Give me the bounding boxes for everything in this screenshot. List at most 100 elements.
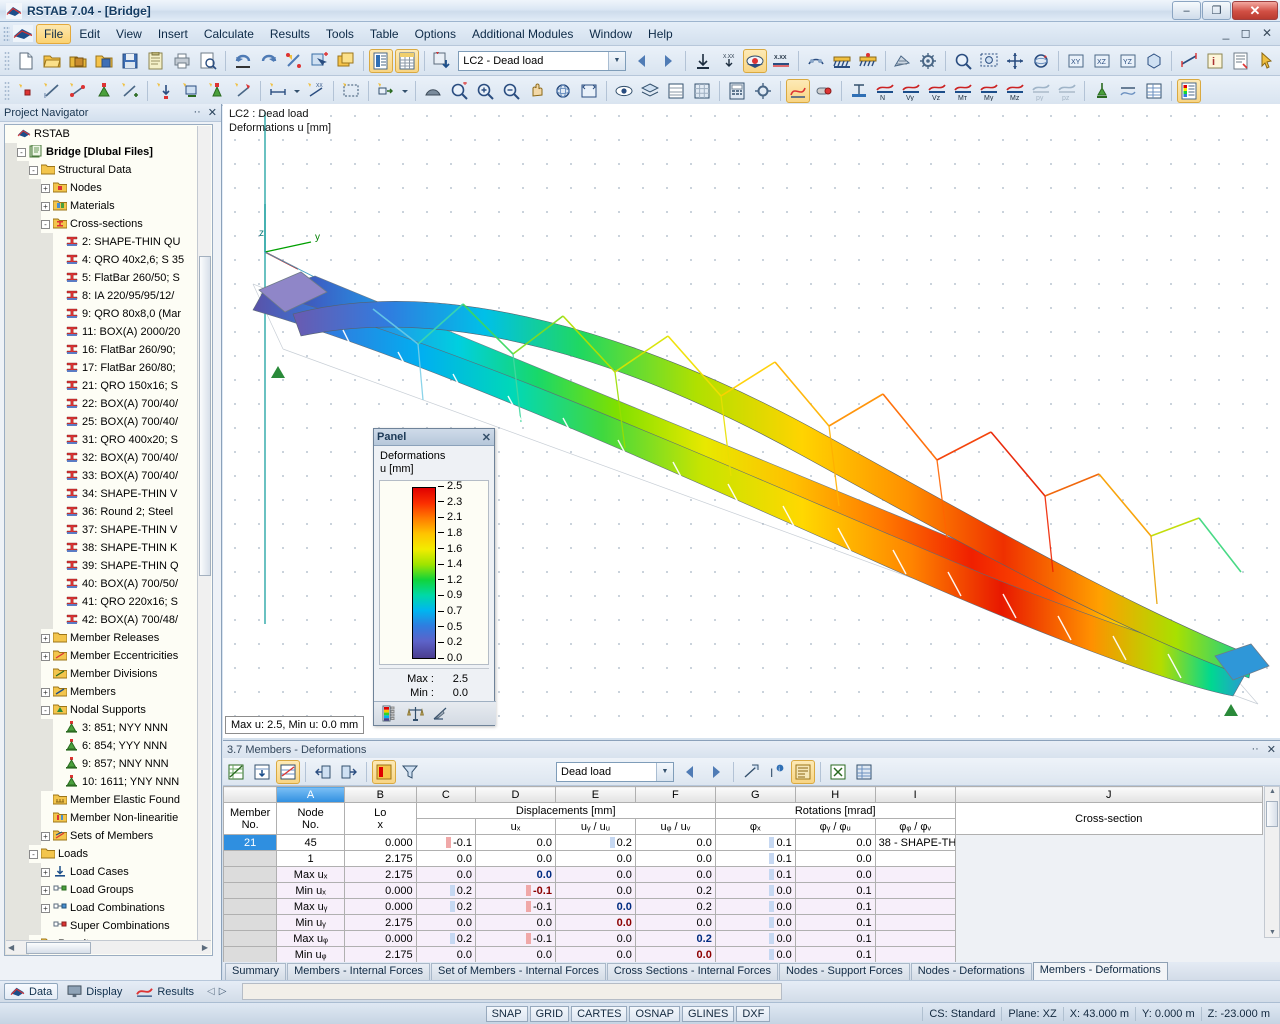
- tree-item[interactable]: + Sets of Members: [5, 827, 197, 845]
- new-file-button[interactable]: [14, 49, 38, 73]
- col-letter-D[interactable]: D: [475, 786, 556, 803]
- tree-item[interactable]: 3: 851; NYY NNN: [5, 719, 197, 737]
- table-cell-cross-section[interactable]: [874, 914, 956, 931]
- table-cell-py[interactable]: 0.1: [714, 834, 796, 851]
- table-cell-cross-section[interactable]: [874, 882, 956, 899]
- dimension-dropdown-icon[interactable]: [292, 79, 302, 103]
- redo-button[interactable]: [257, 49, 281, 73]
- table-cell-py[interactable]: 0.0: [714, 882, 796, 899]
- col-letter-J[interactable]: J: [954, 786, 1264, 803]
- grid-toggle-button[interactable]: [690, 79, 714, 103]
- toolbar-grip-2[interactable]: [4, 80, 10, 101]
- table-cell-ux[interactable]: 0.2: [415, 898, 477, 915]
- status-toggle-snap[interactable]: SNAP: [485, 1005, 528, 1022]
- annotation-button[interactable]: XX: [304, 79, 328, 103]
- zoom-all-button[interactable]: [977, 49, 1001, 73]
- zoom-region-button[interactable]: [447, 79, 471, 103]
- print-button[interactable]: [170, 49, 194, 73]
- table-cell-node[interactable]: 45: [276, 834, 345, 851]
- toolbar-grip-1[interactable]: [4, 50, 10, 71]
- tree-expander-icon[interactable]: -: [41, 219, 50, 229]
- table-row[interactable]: Max uᵧ 0.000 0.2 -0.1 0.0 0.2 0.0 0.1: [222, 898, 1263, 915]
- result-table-button[interactable]: [1142, 79, 1166, 103]
- close-icon[interactable]: ✕: [208, 106, 217, 119]
- select-region-button[interactable]: [339, 79, 363, 103]
- table-cell-node[interactable]: Max uₓ: [276, 866, 345, 883]
- tree-item[interactable]: 17: FlatBar 260/80;: [5, 359, 197, 377]
- color-scale-icon[interactable]: [382, 705, 399, 722]
- menu-item-options[interactable]: Options: [407, 24, 464, 44]
- table-cell-ux[interactable]: -0.1: [415, 834, 477, 851]
- tree-item[interactable]: 34: SHAPE-THIN V: [5, 485, 197, 503]
- menu-item-insert[interactable]: Insert: [150, 24, 196, 44]
- scroll-up-arrow-icon[interactable]: ▲: [1269, 788, 1276, 795]
- table-cell-member[interactable]: [222, 930, 278, 947]
- table-cell-uy[interactable]: 0.0: [475, 946, 556, 963]
- deformation-display-button[interactable]: [786, 78, 810, 103]
- tree-expander-icon[interactable]: -: [29, 165, 38, 175]
- table-tab-nodes-support-forces[interactable]: Nodes - Support Forces: [778, 963, 910, 980]
- tree-item[interactable]: + Load Cases: [5, 863, 197, 881]
- table-cell-uy[interactable]: 0.0: [475, 834, 556, 851]
- table-cell-py[interactable]: 0.0: [714, 898, 796, 915]
- tree-item[interactable]: 5: FlatBar 260/50; S: [5, 269, 197, 287]
- col-letter-B[interactable]: B: [343, 786, 417, 803]
- table-cell-px[interactable]: 0.2: [634, 898, 716, 915]
- table-cell-member[interactable]: 21: [222, 834, 278, 851]
- open-project-button[interactable]: [66, 49, 90, 73]
- view-yz-button[interactable]: YZ: [1116, 49, 1140, 73]
- result-button-vy[interactable]: Vy: [899, 79, 923, 103]
- table-select-in-model-button[interactable]: [739, 760, 763, 784]
- tree-item[interactable]: 36: Round 2; Steel: [5, 503, 197, 521]
- col-letter-C[interactable]: C: [415, 786, 477, 803]
- mode-next-arrow-icon[interactable]: ▷: [219, 986, 227, 997]
- tree-item[interactable]: 39: SHAPE-THIN Q: [5, 557, 197, 575]
- status-toggle-grid[interactable]: GRID: [529, 1005, 570, 1022]
- load-case-combo[interactable]: LC2 - Dead load ▼: [458, 50, 626, 71]
- print-report-button[interactable]: [1229, 49, 1253, 73]
- tree-item[interactable]: 2: SHAPE-THIN QU: [5, 233, 197, 251]
- tree-scroll-thumb[interactable]: [199, 256, 211, 576]
- result-button-n[interactable]: N: [873, 79, 897, 103]
- tree-item[interactable]: 6: 854; YYY NNN: [5, 737, 197, 755]
- mode-prev-arrow-icon[interactable]: ◁: [207, 986, 215, 997]
- table-printout-button[interactable]: [852, 760, 876, 784]
- scroll-left-arrow-icon[interactable]: ◀: [8, 943, 14, 952]
- tree-item[interactable]: - Nodal Supports: [5, 701, 197, 719]
- panel-close-icon[interactable]: ✕: [482, 431, 491, 444]
- info-button[interactable]: i: [1203, 49, 1227, 73]
- tree-item[interactable]: + Nodes: [5, 179, 197, 197]
- new-member-button[interactable]: I: [40, 79, 64, 103]
- tree-item[interactable]: - Loads: [5, 845, 197, 863]
- table-cell-uz[interactable]: 0.2: [554, 834, 636, 851]
- tree-expander-icon[interactable]: +: [41, 831, 50, 841]
- table-close-icon[interactable]: ✕: [1267, 743, 1276, 756]
- show-loads-button[interactable]: [691, 49, 715, 73]
- table-row[interactable]: Min uₓ 0.000 0.2 -0.1 0.0 0.2 0.0 0.1: [222, 882, 1263, 899]
- previous-load-case-button[interactable]: [630, 49, 654, 73]
- table-scroll-thumb[interactable]: [1266, 801, 1278, 827]
- show-tables-button[interactable]: [369, 48, 394, 73]
- tree-item[interactable]: + Materials: [5, 197, 197, 215]
- status-toggle-glines[interactable]: GLINES: [682, 1005, 735, 1022]
- tree-item[interactable]: + Load Groups: [5, 881, 197, 899]
- table-tab-members-deformations[interactable]: Members - Deformations: [1032, 962, 1168, 980]
- scroll-down-arrow-icon[interactable]: ▼: [1269, 929, 1276, 936]
- edit-geometry-button[interactable]: [283, 49, 307, 73]
- tree-item[interactable]: 41: QRO 220x16; S: [5, 593, 197, 611]
- tree-item[interactable]: 16: FlatBar 260/90;: [5, 341, 197, 359]
- col-letter-G[interactable]: G: [714, 786, 796, 803]
- new-support-button[interactable]: [92, 79, 116, 103]
- table-cell-uz[interactable]: 0.0: [554, 882, 636, 899]
- table-cell-location[interactable]: 2.175: [343, 914, 417, 931]
- tree-item[interactable]: 33: BOX(A) 700/40/: [5, 467, 197, 485]
- tree-item[interactable]: 42: BOX(A) 700/48/: [5, 611, 197, 629]
- pan-button[interactable]: [1003, 49, 1027, 73]
- menu-item-help[interactable]: Help: [640, 24, 681, 44]
- tree-vertical-scrollbar[interactable]: [197, 126, 211, 940]
- table-cell-cross-section[interactable]: [874, 930, 956, 947]
- zoom-out-button[interactable]: [499, 79, 523, 103]
- mode-results[interactable]: Results: [131, 984, 199, 999]
- tree-item[interactable]: Member Elastic Found: [5, 791, 197, 809]
- tree-expander-icon[interactable]: -: [29, 849, 38, 859]
